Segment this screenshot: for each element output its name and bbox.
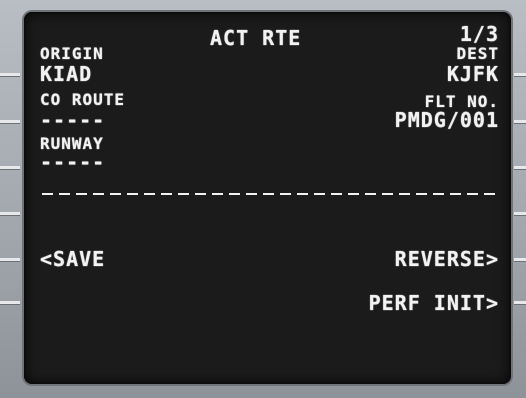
origin-field[interactable]: KIAD [40,64,92,84]
reverse-prompt[interactable]: REVERSE> [319,249,499,269]
lsk-2r[interactable] [514,120,526,123]
lsk-4r[interactable] [514,212,526,215]
page-number: 1/3 [459,22,499,46]
dest-field[interactable]: KJFK [379,64,499,84]
lsk-5l[interactable] [0,258,20,261]
lsk-3r[interactable] [514,166,526,169]
page-title: ACT RTE [210,26,302,50]
co-route-field[interactable]: ----- [40,110,105,130]
lsk-4l[interactable] [0,212,20,215]
lsk-1r[interactable] [514,73,526,76]
lsk-5r[interactable] [514,258,526,261]
lsk-3l[interactable] [0,166,20,169]
co-route-label: CO ROUTE [40,90,126,109]
origin-label: ORIGIN [40,44,104,63]
dest-label: DEST [456,44,499,63]
lsk-1l[interactable] [0,73,20,76]
save-prompt[interactable]: <SAVE [40,249,105,269]
flt-no-field[interactable]: PMDG/001 [339,110,499,130]
lsk-2l[interactable] [0,120,20,123]
runway-field[interactable]: ----- [40,152,105,172]
lsk-6r[interactable] [514,301,526,304]
separator-line [42,193,498,195]
lsk-6l[interactable] [0,301,20,304]
perf-init-prompt[interactable]: PERF INIT> [299,293,499,313]
